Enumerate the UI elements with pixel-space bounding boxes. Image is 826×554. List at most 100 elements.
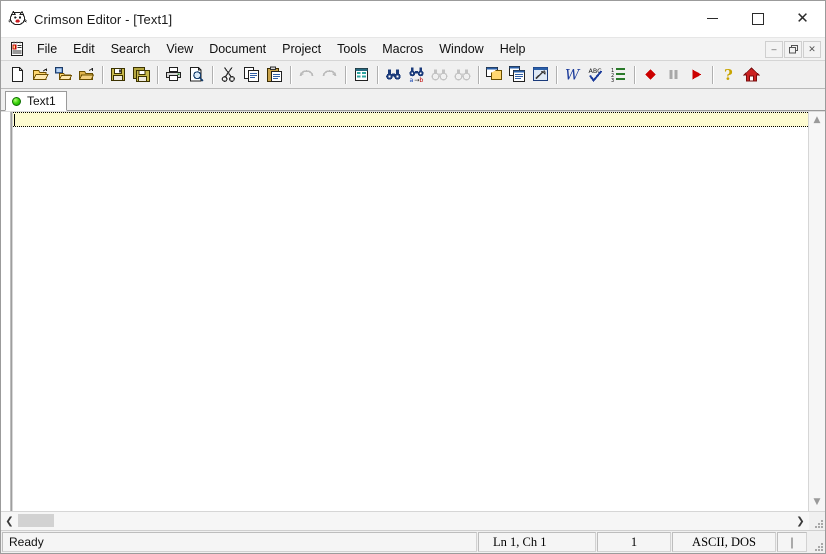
close-folder-icon[interactable] (75, 64, 98, 86)
minimize-icon (707, 18, 718, 19)
menu-document[interactable]: Document (201, 39, 274, 59)
print-icon[interactable] (162, 64, 185, 86)
svg-text:a: a (410, 77, 414, 83)
window-cascade-icon[interactable] (506, 64, 529, 86)
scroll-left-arrow-icon[interactable]: ❮ (1, 512, 18, 530)
cut-scissors-icon[interactable] (217, 64, 240, 86)
menu-file[interactable]: File (29, 39, 65, 59)
maximize-button[interactable] (735, 1, 780, 36)
vertical-scrollbar[interactable]: ▲ ▼ (808, 112, 825, 511)
menu-tools[interactable]: Tools (329, 39, 374, 59)
menu-window[interactable]: Window (431, 39, 491, 59)
menu-view[interactable]: View (158, 39, 201, 59)
toolbar-separator (290, 65, 291, 84)
play-macro-icon[interactable] (685, 64, 708, 86)
toolbar-separator (478, 65, 479, 84)
statusbar: Ready Ln 1, Ch 1 1 ASCII, DOS | (1, 530, 825, 553)
window-controls: ✕ (690, 1, 825, 37)
replace-binoculars-icon[interactable]: a → b (405, 64, 428, 86)
minimize-button[interactable] (690, 1, 735, 36)
toolbar-separator (712, 65, 713, 84)
scrollbar-corner (809, 512, 825, 530)
menu-edit[interactable]: Edit (65, 39, 103, 59)
svg-text:?: ? (724, 66, 733, 83)
status-cursor-position: Ln 1, Ch 1 (478, 532, 596, 552)
current-line-highlight (13, 112, 808, 127)
toolbar-separator (377, 65, 378, 84)
paste-clipboard-icon[interactable] (263, 64, 286, 86)
toolbar-separator (102, 65, 103, 84)
statusbar-resize-corner[interactable] (807, 531, 825, 553)
close-icon: ✕ (796, 9, 809, 27)
line-numbers-icon[interactable]: 1 2 3 (607, 64, 630, 86)
horizontal-scroll-track[interactable] (18, 512, 792, 530)
status-encoding: ASCII, DOS (672, 532, 776, 552)
word-wrap-icon[interactable]: W (561, 64, 584, 86)
text-caret (14, 114, 15, 126)
editor-left-margin (1, 112, 10, 511)
print-preview-icon[interactable] (185, 64, 208, 86)
scroll-right-arrow-icon[interactable]: ❯ (792, 512, 809, 530)
mdi-close-button[interactable]: ✕ (803, 40, 821, 58)
close-button[interactable]: ✕ (780, 1, 825, 36)
open-folder-icon[interactable] (29, 64, 52, 86)
svg-text:3: 3 (611, 78, 614, 83)
document-icon[interactable] (9, 41, 25, 57)
titlebar: Crimson Editor - [Text1] ✕ (1, 1, 825, 38)
maximize-icon (751, 12, 764, 25)
column-mode-icon[interactable] (350, 64, 373, 86)
resize-grip-icon[interactable] (814, 519, 823, 528)
open-remote-icon[interactable] (52, 64, 75, 86)
status-insert-mode: | (777, 532, 807, 552)
crimson-editor-icon (8, 9, 28, 29)
window-tile-icon[interactable] (483, 64, 506, 86)
user-tools-icon[interactable] (529, 64, 552, 86)
menu-macros[interactable]: Macros (374, 39, 431, 59)
vertical-scroll-track[interactable] (809, 129, 825, 494)
menu-search[interactable]: Search (103, 39, 159, 59)
window-title: Crimson Editor - [Text1] (34, 11, 173, 27)
mdi-restore-button[interactable] (784, 40, 802, 58)
tab-text1[interactable]: Text1 (5, 91, 67, 111)
scroll-up-arrow-icon[interactable]: ▲ (809, 112, 825, 129)
editor-area: ▲ ▼ (1, 111, 825, 511)
undo-arrow-icon[interactable] (295, 64, 318, 86)
toolbar-separator (212, 65, 213, 84)
svg-text:W: W (565, 68, 581, 84)
toolbar-separator (556, 65, 557, 84)
spell-check-icon[interactable]: ABC (584, 64, 607, 86)
home-house-icon[interactable] (740, 64, 763, 86)
new-file-icon[interactable] (6, 64, 29, 86)
redo-arrow-icon[interactable] (318, 64, 341, 86)
find-binoculars-icon[interactable] (382, 64, 405, 86)
green-dot-icon (12, 96, 21, 106)
scroll-down-arrow-icon[interactable]: ▼ (809, 494, 825, 511)
svg-text:b: b (419, 77, 423, 83)
find-next-icon[interactable] (451, 64, 474, 86)
text-editor[interactable] (13, 112, 808, 511)
find-previous-icon[interactable] (428, 64, 451, 86)
menu-help[interactable]: Help (492, 39, 534, 59)
status-column: 1 (597, 532, 671, 552)
crimson-editor-window: Crimson Editor - [Text1] ✕ File Edit Sea… (0, 0, 826, 554)
mdi-minimize-button[interactable]: – (765, 40, 783, 58)
save-icon[interactable] (107, 64, 130, 86)
status-message: Ready (2, 532, 477, 552)
status-resize-grip-icon[interactable] (814, 542, 823, 551)
toolbar-separator (157, 65, 158, 84)
record-macro-icon[interactable] (639, 64, 662, 86)
menu-project[interactable]: Project (274, 39, 329, 59)
toolbar-separator (634, 65, 635, 84)
toolbar-separator (345, 65, 346, 84)
copy-icon[interactable] (240, 64, 263, 86)
restore-icon (788, 44, 798, 53)
save-all-icon[interactable] (130, 64, 153, 86)
document-tabstrip: Text1 (1, 89, 825, 111)
mdi-window-controls: – ✕ (764, 40, 821, 58)
horizontal-scrollbar[interactable]: ❮ ❯ (1, 511, 825, 530)
menubar: File Edit Search View Document Project T… (1, 38, 825, 61)
tab-label: Text1 (27, 94, 56, 108)
help-question-icon[interactable]: ? (717, 64, 740, 86)
pause-macro-icon[interactable] (662, 64, 685, 86)
horizontal-scroll-thumb[interactable] (18, 514, 54, 527)
